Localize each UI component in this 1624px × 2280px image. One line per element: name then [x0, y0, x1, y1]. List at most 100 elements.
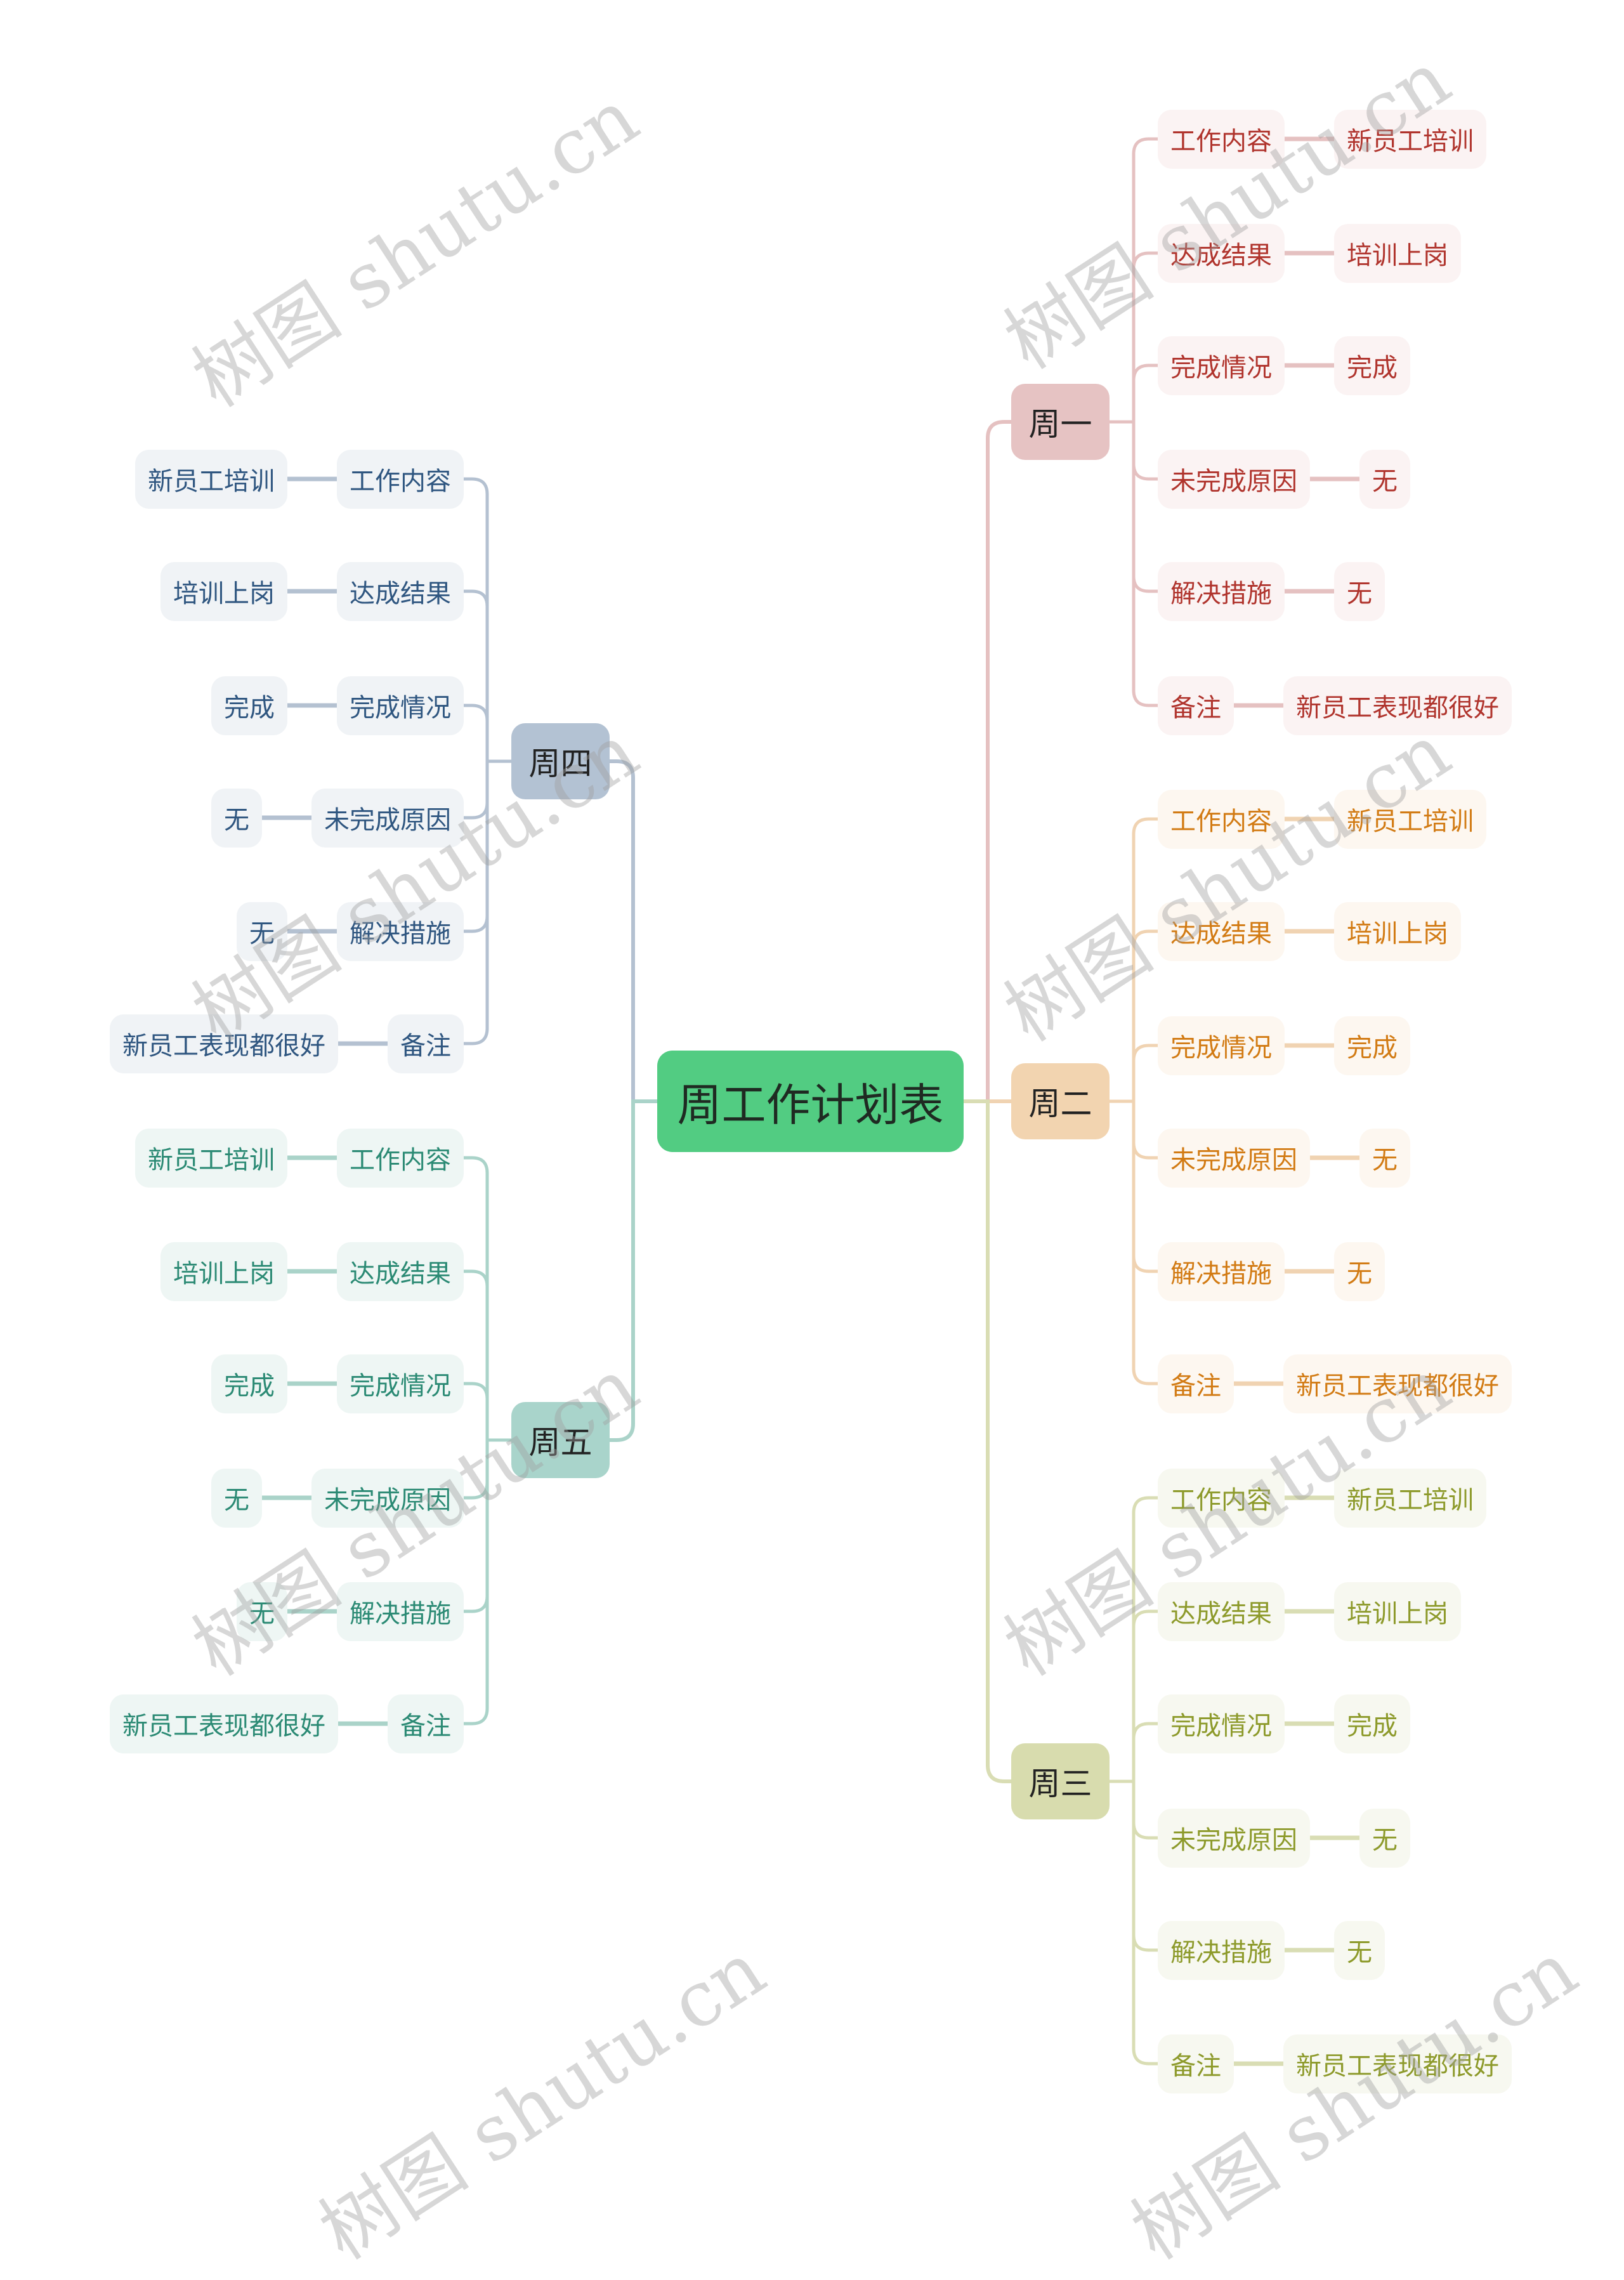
branch-node-3-label: 周三	[1028, 1766, 1092, 1802]
item-key[interactable]: 解决措施	[337, 1582, 464, 1641]
item-value[interactable]: 完成	[1334, 1016, 1410, 1075]
item-value-label: 新员工培训	[148, 1146, 275, 1175]
item-key[interactable]: 达成结果	[1158, 223, 1285, 283]
item-key[interactable]: 备注	[1158, 676, 1234, 735]
item-key[interactable]: 完成情况	[1158, 1694, 1285, 1753]
mindmap-canvas: 周工作计划表 周一 工作内容 新员工培训 达成结果 培训上岗 完成情况 完成 未完成原因无解决…	[0, 0, 1624, 2277]
item-key-label: 未完成原因	[1170, 467, 1297, 496]
branch-node-5[interactable]: 周五	[511, 1402, 610, 1478]
item-key[interactable]: 未完成原因	[1158, 1128, 1310, 1188]
item-key[interactable]: 工作内容	[1158, 1468, 1285, 1528]
item-value-label: 培训上岗	[173, 1259, 275, 1288]
item-key[interactable]: 备注	[388, 1694, 464, 1753]
item-value[interactable]: 新员工培训	[135, 449, 287, 509]
item-key-label: 解决措施	[1170, 1938, 1272, 1967]
branch-node-4[interactable]: 周四	[511, 723, 610, 799]
item-key-label: 备注	[400, 1032, 451, 1061]
branch-node-1[interactable]: 周一	[1011, 384, 1110, 460]
connector-line	[1108, 1044, 1160, 1103]
item-value-label: 新员工表现都很好	[1296, 1372, 1499, 1401]
item-key[interactable]: 解决措施	[1158, 1920, 1285, 1980]
connector-line	[462, 759, 513, 1045]
item-value[interactable]: 新员工表现都很好	[1283, 676, 1512, 735]
item-value[interactable]: 完成	[1334, 336, 1410, 395]
item-value[interactable]: 新员工培训	[1334, 1468, 1486, 1528]
item-value[interactable]: 新员工表现都很好	[1283, 1354, 1512, 1413]
item-key[interactable]: 未完成原因	[1158, 449, 1310, 509]
item-key[interactable]: 完成情况	[337, 676, 464, 735]
item-value[interactable]: 无	[1359, 449, 1410, 509]
item-key[interactable]: 未完成原因	[311, 788, 464, 848]
item-key[interactable]: 工作内容	[1158, 109, 1285, 169]
item-value[interactable]: 无	[1359, 1808, 1410, 1868]
item-key[interactable]: 达成结果	[1158, 1582, 1285, 1641]
item-value[interactable]: 无	[1334, 1920, 1385, 1980]
item-key-label: 完成情况	[350, 1372, 451, 1401]
item-key-label: 备注	[1170, 1372, 1221, 1401]
item-value-label: 无	[1372, 467, 1398, 496]
branch-node-3[interactable]: 周三	[1011, 1743, 1110, 1819]
root-node[interactable]: 周工作计划表	[657, 1051, 964, 1152]
item-key[interactable]: 未完成原因	[1158, 1808, 1310, 1868]
item-key-label: 完成情况	[350, 693, 451, 723]
branch-node-4-label: 周四	[528, 745, 593, 782]
item-key[interactable]: 未完成原因	[311, 1468, 464, 1528]
item-key[interactable]: 备注	[388, 1014, 464, 1073]
item-value-label: 无	[224, 806, 249, 835]
item-value-label: 新员工培训	[1347, 127, 1474, 156]
item-value[interactable]: 新员工培训	[1334, 109, 1486, 169]
item-value[interactable]: 新员工表现都很好	[1283, 2034, 1512, 2093]
item-value[interactable]: 新员工表现都很好	[110, 1694, 338, 1753]
item-value-label: 新员工培训	[1347, 1486, 1474, 1515]
item-value[interactable]: 完成	[211, 1354, 287, 1413]
item-key-label: 达成结果	[1170, 1599, 1272, 1628]
item-key-label: 达成结果	[1170, 919, 1272, 948]
item-value[interactable]: 无	[1334, 561, 1385, 621]
item-key[interactable]: 工作内容	[1158, 789, 1285, 849]
branch-node-2-label: 周二	[1028, 1085, 1092, 1122]
item-key[interactable]: 达成结果	[337, 1242, 464, 1301]
branch-node-2[interactable]: 周二	[1011, 1063, 1110, 1139]
item-value[interactable]: 培训上岗	[160, 1242, 287, 1301]
item-value[interactable]: 无	[237, 901, 287, 961]
item-value[interactable]: 无	[211, 788, 262, 848]
item-value[interactable]: 无	[1334, 1242, 1385, 1301]
item-value[interactable]: 培训上岗	[1334, 901, 1461, 961]
item-value[interactable]: 新员工培训	[135, 1128, 287, 1188]
item-key[interactable]: 工作内容	[337, 449, 464, 509]
item-key-label: 解决措施	[350, 919, 451, 948]
item-value[interactable]: 无	[237, 1582, 287, 1641]
item-key-label: 解决措施	[1170, 579, 1272, 608]
item-value-label: 完成	[1347, 1712, 1398, 1741]
item-key[interactable]: 工作内容	[337, 1128, 464, 1188]
item-key[interactable]: 解决措施	[337, 901, 464, 961]
item-key-label: 未完成原因	[1170, 1826, 1297, 1855]
item-key[interactable]: 解决措施	[1158, 561, 1285, 621]
connector-line	[1108, 1099, 1160, 1386]
item-value[interactable]: 培训上岗	[160, 561, 287, 621]
item-value[interactable]: 培训上岗	[1334, 1582, 1461, 1641]
item-key[interactable]: 达成结果	[337, 561, 464, 621]
item-key[interactable]: 备注	[1158, 2034, 1234, 2093]
item-key[interactable]: 完成情况	[1158, 336, 1285, 395]
item-value-label: 培训上岗	[173, 579, 275, 608]
item-key[interactable]: 达成结果	[1158, 901, 1285, 961]
item-key-label: 未完成原因	[324, 806, 451, 835]
item-key[interactable]: 完成情况	[337, 1354, 464, 1413]
item-value[interactable]: 新员工表现都很好	[110, 1014, 338, 1073]
item-key[interactable]: 解决措施	[1158, 1242, 1285, 1301]
item-key[interactable]: 完成情况	[1158, 1016, 1285, 1075]
item-value-label: 培训上岗	[1347, 241, 1448, 270]
item-value-label: 完成	[224, 1372, 275, 1401]
item-value[interactable]: 无	[211, 1468, 262, 1528]
item-value[interactable]: 完成	[1334, 1694, 1410, 1753]
item-value[interactable]: 新员工培训	[1334, 789, 1486, 849]
item-value[interactable]: 培训上岗	[1334, 223, 1461, 283]
item-value[interactable]: 完成	[211, 676, 287, 735]
item-value-label: 新员工培训	[1347, 807, 1474, 836]
item-value[interactable]: 无	[1359, 1128, 1410, 1188]
item-key[interactable]: 备注	[1158, 1354, 1234, 1413]
item-value-label: 无	[249, 1599, 275, 1628]
item-value-label: 无	[249, 919, 275, 948]
item-value-label: 新员工培训	[148, 467, 275, 496]
